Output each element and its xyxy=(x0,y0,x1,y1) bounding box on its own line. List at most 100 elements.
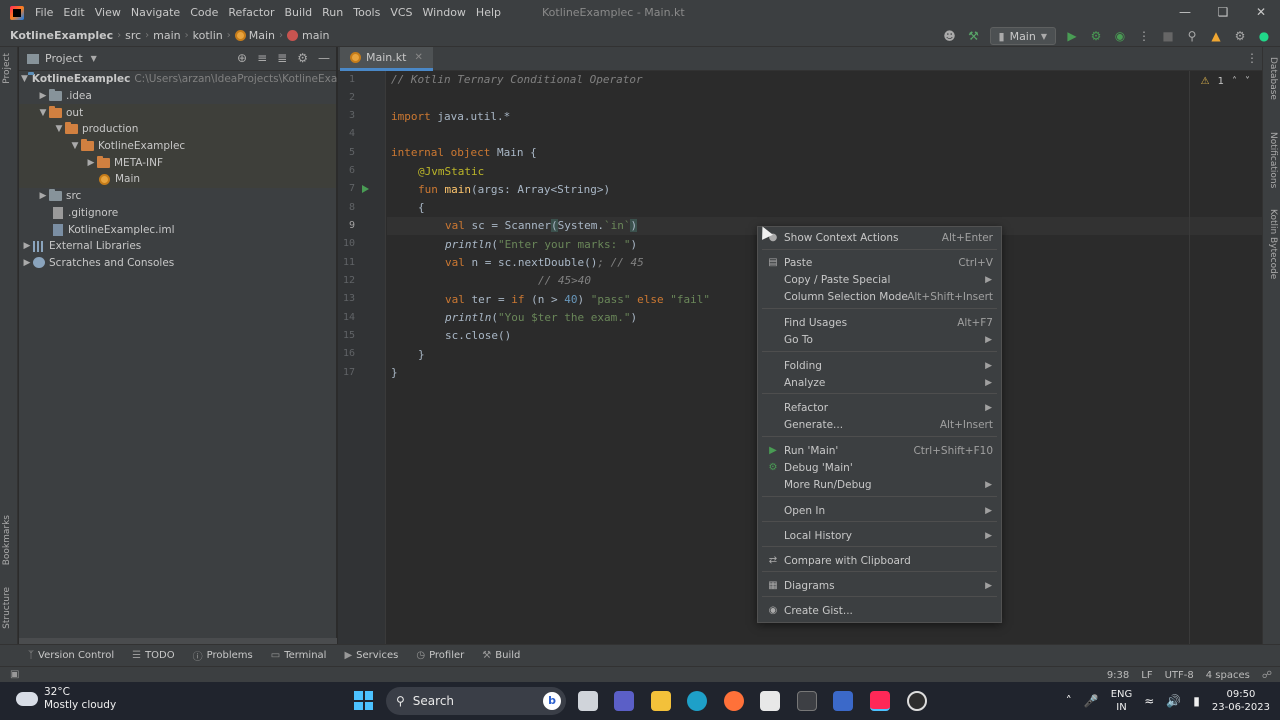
menu-code[interactable]: Code xyxy=(185,0,223,25)
breadcrumb-src[interactable]: src xyxy=(121,29,145,42)
run-icon[interactable]: ▶ xyxy=(1064,28,1080,44)
menu-item-show-context-actions[interactable]: ● Show Context Actions Alt+Enter xyxy=(758,229,1001,246)
language-indicator[interactable]: ENG IN xyxy=(1111,688,1133,714)
tree-item-root[interactable]: ▼ KotlineExamplec C:\Users\arzan\IdeaPro… xyxy=(19,71,369,88)
tool-terminal[interactable]: ▭ Terminal xyxy=(271,650,327,661)
weather-widget[interactable]: 32°C Mostly cloudy xyxy=(13,686,116,712)
menu-item-refactor[interactable]: Refactor ▶ xyxy=(758,399,1001,416)
run-gutter-icon[interactable] xyxy=(362,185,369,193)
chevron-up-icon[interactable]: ˄ xyxy=(1066,694,1072,708)
intellij-taskbar-icon[interactable] xyxy=(870,691,890,711)
windows-start-icon[interactable] xyxy=(354,691,373,710)
maximize-icon[interactable]: ❑ xyxy=(1204,0,1242,25)
menu-item-generate[interactable]: Generate... Alt+Insert xyxy=(758,416,1001,433)
menu-item-find-usages[interactable]: Find Usages Alt+F7 xyxy=(758,314,1001,331)
chevron-right-icon[interactable]: ▶ xyxy=(37,191,49,201)
database-tool-button[interactable]: Database xyxy=(1268,57,1278,100)
menu-item-run-main[interactable]: ▶ Run 'Main' Ctrl+Shift+F10 xyxy=(758,442,1001,459)
gear-icon[interactable]: ⚙ xyxy=(297,51,308,65)
structure-tool-button[interactable]: Structure xyxy=(2,587,12,629)
menu-file[interactable]: File xyxy=(30,0,58,25)
edge-icon[interactable] xyxy=(687,691,707,711)
more-tabs-icon[interactable]: ⋮ xyxy=(1246,51,1258,65)
vpn-icon[interactable] xyxy=(833,691,853,711)
clock[interactable]: 09:50 23-06-2023 xyxy=(1212,688,1270,714)
volume-icon[interactable]: 🔊 xyxy=(1166,694,1181,708)
tree-item-production[interactable]: ▼ production xyxy=(19,121,336,138)
battery-icon[interactable]: ▮ xyxy=(1193,694,1200,708)
caret-position[interactable]: 9:38 xyxy=(1107,670,1129,681)
menu-tools[interactable]: Tools xyxy=(348,0,385,25)
tool-profiler[interactable]: ◷ Profiler xyxy=(416,650,464,661)
wifi-icon[interactable]: ≈ xyxy=(1144,694,1154,708)
menu-build[interactable]: Build xyxy=(280,0,318,25)
microphone-icon[interactable]: 🎤 xyxy=(1084,694,1099,708)
panel-toggle-icon[interactable]: ▣ xyxy=(10,669,19,680)
build-hammer-icon[interactable]: ⚒ xyxy=(966,28,982,44)
breadcrumb-project[interactable]: KotlineExamplec xyxy=(0,29,117,42)
project-tool-button[interactable]: Project xyxy=(2,53,12,84)
breadcrumb-member[interactable]: main xyxy=(283,29,333,42)
tree-item-iml[interactable]: KotlineExamplec.iml xyxy=(19,221,336,238)
menu-item-folding[interactable]: Folding ▶ xyxy=(758,357,1001,374)
menu-refactor[interactable]: Refactor xyxy=(223,0,279,25)
chevron-down-icon[interactable]: ▼ xyxy=(69,141,81,151)
menu-item-copy-paste-special[interactable]: Copy / Paste Special ▶ xyxy=(758,271,1001,288)
chevron-down-icon[interactable]: ▼ xyxy=(21,74,28,84)
menu-run[interactable]: Run xyxy=(317,0,348,25)
chevron-down-icon[interactable]: ▼ xyxy=(53,124,65,134)
menu-item-go-to[interactable]: Go To ▶ xyxy=(758,331,1001,348)
menu-navigate[interactable]: Navigate xyxy=(126,0,185,25)
menu-item-column-selection-mode[interactable]: Column Selection Mode Alt+Shift+Insert xyxy=(758,288,1001,305)
store-icon[interactable] xyxy=(760,691,780,711)
tree-item-scratches[interactable]: ▶ Scratches and Consoles xyxy=(19,255,336,272)
menu-item-more-run-debug[interactable]: More Run/Debug ▶ xyxy=(758,476,1001,493)
line-separator[interactable]: LF xyxy=(1141,670,1152,681)
menu-item-compare-with-clipboard[interactable]: ⇄ Compare with Clipboard xyxy=(758,552,1001,569)
tree-item-gitignore[interactable]: .gitignore xyxy=(19,205,336,222)
indent-setting[interactable]: 4 spaces xyxy=(1206,670,1250,681)
tree-item-out[interactable]: ▼ out xyxy=(19,104,336,122)
coverage-icon[interactable]: ◉ xyxy=(1112,28,1128,44)
menu-help[interactable]: Help xyxy=(471,0,506,25)
task-view-icon[interactable] xyxy=(578,691,598,711)
editor-gutter[interactable]: 1 2 3 4 5 6 7 8 9 10 11 12 13 14 15 16 1… xyxy=(338,71,386,644)
project-panel-title[interactable]: Project xyxy=(45,52,83,65)
unity-icon[interactable] xyxy=(797,691,817,711)
chevron-down-icon[interactable]: ˅ xyxy=(1245,76,1250,87)
menu-item-debug-main[interactable]: ⚙ Debug 'Main' xyxy=(758,459,1001,476)
settings-icon[interactable]: ⚙ xyxy=(1232,28,1248,44)
chevron-down-icon[interactable]: ▼ xyxy=(91,54,97,63)
menu-item-local-history[interactable]: Local History ▶ xyxy=(758,527,1001,544)
menu-item-analyze[interactable]: Analyze ▶ xyxy=(758,374,1001,391)
search-icon[interactable]: ⚲ xyxy=(1184,28,1200,44)
taskbar-search[interactable]: ⚲ Search b xyxy=(386,687,566,715)
menu-view[interactable]: View xyxy=(90,0,126,25)
file-encoding[interactable]: UTF-8 xyxy=(1165,670,1194,681)
teams-icon[interactable] xyxy=(614,691,634,711)
menu-item-paste[interactable]: ▤ Paste Ctrl+V xyxy=(758,254,1001,271)
debug-icon[interactable]: ⚙ xyxy=(1088,28,1104,44)
tool-problems[interactable]: ⓘ Problems xyxy=(193,648,253,663)
locate-icon[interactable]: ⊕ xyxy=(237,51,247,65)
close-icon[interactable]: ✕ xyxy=(1242,0,1280,25)
inspection-widget[interactable]: ⚠ 1 ˄ ˅ xyxy=(1201,76,1250,87)
notifications-tool-button[interactable]: Notifications xyxy=(1268,132,1278,188)
chevron-right-icon[interactable]: ▶ xyxy=(21,258,33,268)
chevron-right-icon[interactable]: ▶ xyxy=(85,158,97,168)
kotlin-bytecode-tool-button[interactable]: Kotlin Bytecode xyxy=(1268,209,1278,279)
collapse-all-icon[interactable]: ≣ xyxy=(277,51,287,65)
close-tab-icon[interactable]: ✕ xyxy=(414,52,422,63)
chevron-right-icon[interactable]: ▶ xyxy=(37,91,49,101)
menu-item-create-gist[interactable]: ◉ Create Gist... xyxy=(758,602,1001,619)
menu-item-diagrams[interactable]: ▦ Diagrams ▶ xyxy=(758,577,1001,594)
breadcrumb-file[interactable]: Main xyxy=(231,29,279,42)
tool-todo[interactable]: ☰ TODO xyxy=(132,650,175,661)
update-icon[interactable]: ▲ xyxy=(1208,28,1224,44)
firefox-icon[interactable] xyxy=(724,691,744,711)
tab-main-kt[interactable]: Main.kt ✕ xyxy=(340,47,433,71)
tree-item-src[interactable]: ▶ src xyxy=(19,188,336,205)
minimize-icon[interactable]: — xyxy=(1166,0,1204,25)
chevron-down-icon[interactable]: ▼ xyxy=(37,108,49,118)
obs-icon[interactable] xyxy=(907,691,927,711)
